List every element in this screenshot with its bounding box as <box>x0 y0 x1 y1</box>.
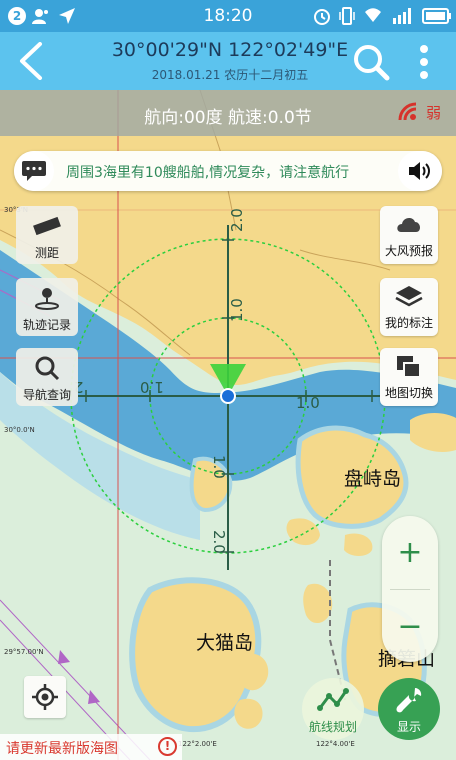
my-markers-label: 我的标注 <box>384 316 433 330</box>
display-settings-button[interactable]: 显示 <box>378 678 440 740</box>
vessel-position[interactable] <box>220 388 236 404</box>
current-date: 2018.01.21 农历十二月初五 <box>151 68 309 82</box>
more-menu-icon[interactable] <box>414 43 434 81</box>
track-record-button[interactable]: 轨迹记录 <box>16 278 78 336</box>
wifi-icon <box>365 8 381 22</box>
locate-me-button[interactable] <box>24 676 66 718</box>
chart-update-banner[interactable]: 请更新最新版海图 ! <box>0 734 182 760</box>
display-settings-label: 显示 <box>396 720 421 734</box>
route-planning-button[interactable]: 航线规划 <box>302 678 364 740</box>
current-coordinates: 30°00'29"N 122°02'49"E <box>111 39 349 61</box>
update-chart-text: 请更新最新版海图 <box>6 741 118 757</box>
edge-coord-label: 30°0.0'N <box>4 426 35 434</box>
zoom-in-button[interactable]: + <box>382 518 438 588</box>
ruler-icon <box>33 216 61 236</box>
measure-distance-button[interactable]: 测距 <box>16 206 78 264</box>
scale-label: 1.0 <box>210 455 228 479</box>
layers-icon <box>395 286 423 307</box>
island-label-damao: 大猫岛 <box>196 632 254 654</box>
speaker-icon <box>409 162 430 180</box>
alarm-icon <box>314 9 330 25</box>
notice-text: 周围3海里有10艘船舶,情况复杂，请注意航行 <box>66 165 350 181</box>
back-arrow-icon[interactable] <box>16 42 46 80</box>
navigation-query-label: 导航查询 <box>22 388 71 402</box>
navigation-query-button[interactable]: 导航查询 <box>16 348 78 406</box>
gale-forecast-button[interactable]: 大风预报 <box>380 206 438 264</box>
voice-toggle-button[interactable] <box>398 151 442 191</box>
search-icon[interactable] <box>352 43 390 81</box>
route-planning-label: 航线规划 <box>308 720 357 734</box>
edge-coord-label: 122°4.00'E <box>316 740 355 748</box>
my-markers-button[interactable]: 我的标注 <box>380 278 438 336</box>
zoom-control: + − <box>382 516 438 662</box>
signal-bars-icon <box>393 8 411 24</box>
scale-label: 2.0 <box>228 208 246 232</box>
vibrate-icon <box>339 7 355 25</box>
battery-icon <box>422 8 451 24</box>
island-label-panzhi: 盘峙岛 <box>344 468 402 490</box>
gps-signal-indicator: 弱 <box>398 102 444 124</box>
zoom-out-button[interactable]: − <box>382 592 438 662</box>
scale-label: 1.0 <box>296 394 320 412</box>
scale-label: 2.0 <box>210 530 228 554</box>
navigation-info-bar: 航向:00度 航速:0.0节 弱 <box>0 90 456 136</box>
app-header: 30°00'29"N 122°02'49"E 2018.01.21 农历十二月初… <box>0 32 456 90</box>
route-icon <box>317 688 349 711</box>
track-record-label: 轨迹记录 <box>22 318 71 332</box>
edge-coord-label: 122°2.00'E <box>178 740 217 748</box>
scale-label: 1.0 <box>140 378 164 396</box>
signal-strength-icon <box>398 102 417 121</box>
clock: 18:20 <box>203 6 253 26</box>
status-bar: 2 18:20 <box>0 0 456 32</box>
gale-forecast-label: 大风预报 <box>384 244 433 258</box>
magnifier-icon <box>35 356 60 381</box>
track-pin-icon <box>35 288 59 310</box>
chat-bubble-icon <box>22 161 46 181</box>
measure-distance-label: 测距 <box>34 246 59 260</box>
safety-notice-banner[interactable]: 周围3海里有10艘船舶,情况复杂，请注意航行 <box>14 151 442 191</box>
scale-label: 1.0 <box>228 298 246 322</box>
cloud-icon <box>397 218 421 232</box>
islet-5 <box>234 698 263 729</box>
signal-strength-label: 弱 <box>426 104 442 122</box>
heading-speed-text: 航向:00度 航速:0.0节 <box>144 108 312 128</box>
warning-icon: ! <box>158 737 177 756</box>
message-button[interactable] <box>14 151 54 191</box>
wrench-icon <box>396 688 422 713</box>
map-switch-label: 地图切换 <box>384 386 433 400</box>
map-switch-button[interactable]: 地图切换 <box>380 348 438 406</box>
zoom-divider <box>390 589 430 590</box>
edge-coord-label: 29°57.00'N <box>4 648 44 656</box>
map-switch-icon <box>397 356 421 378</box>
crosshair-locate-icon <box>32 684 58 710</box>
